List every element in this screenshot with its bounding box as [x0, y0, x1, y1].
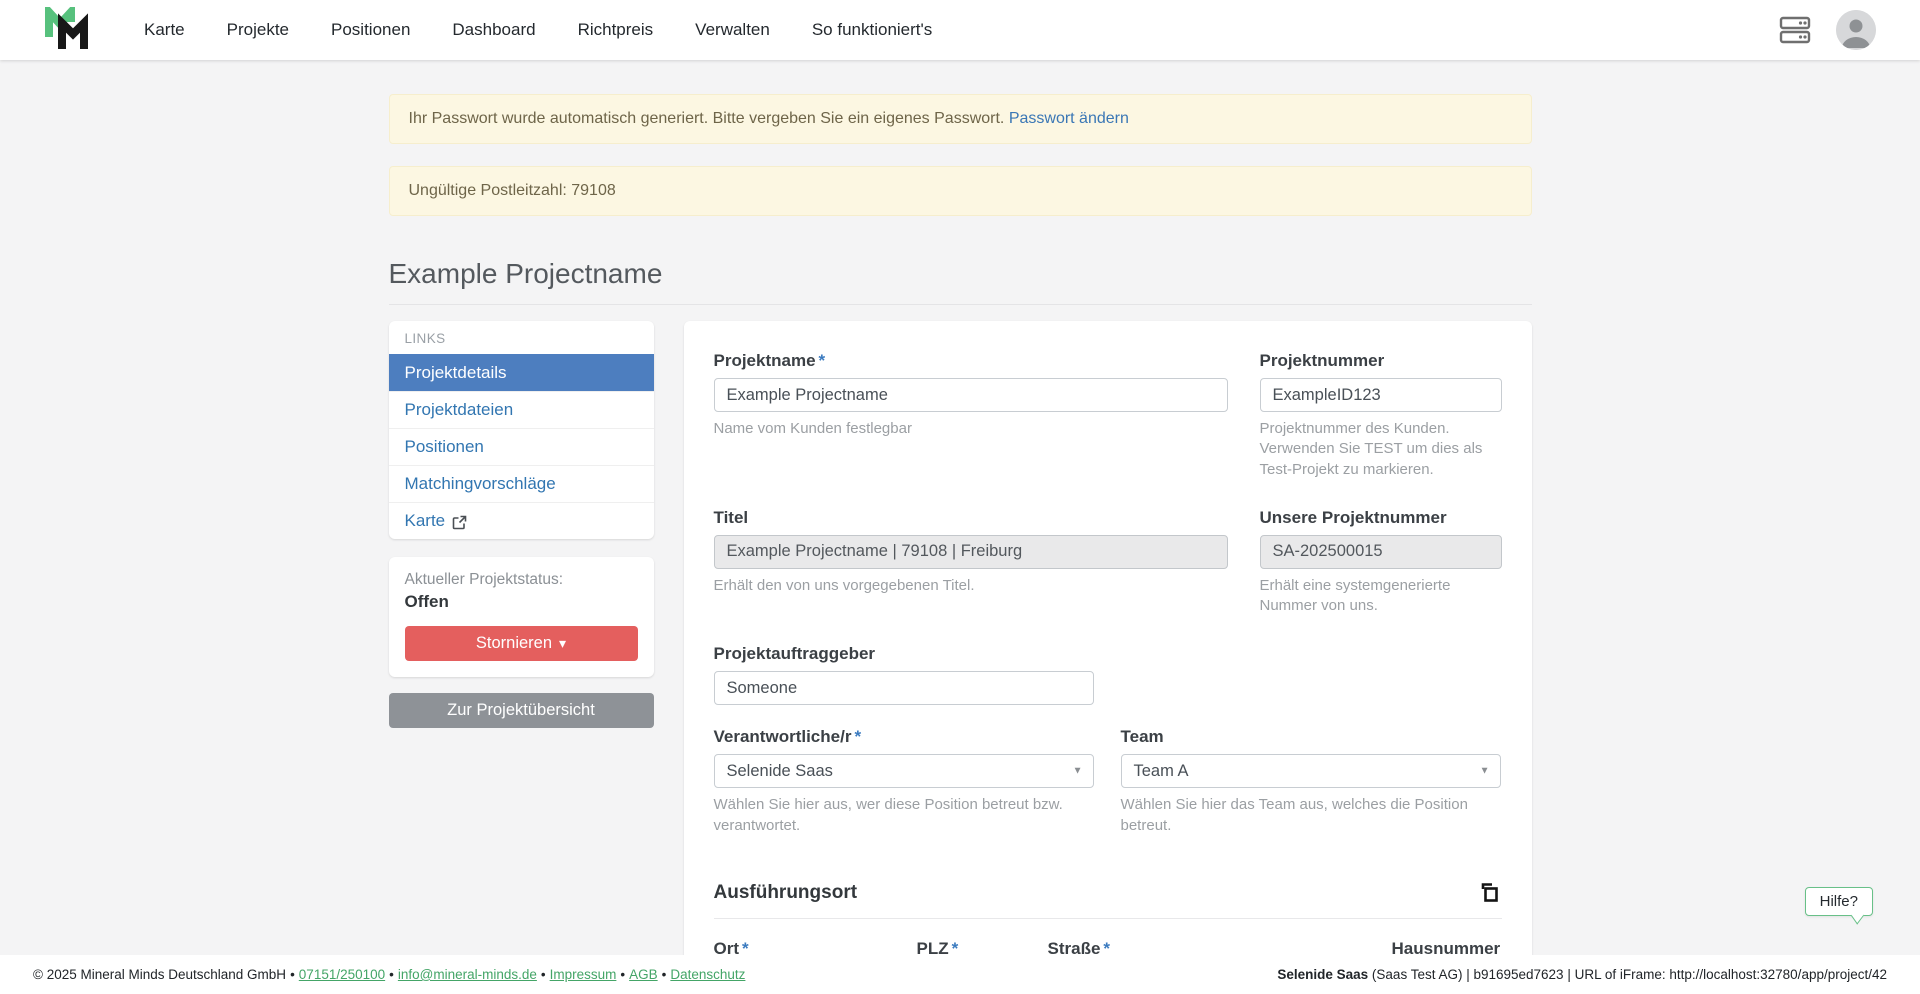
zur-projektuebersicht-button[interactable]: Zur Projektübersicht	[389, 693, 654, 728]
verantwortliche-select[interactable]: Selenide Saas	[714, 754, 1094, 788]
footer-session-info: Selenide Saas (Saas Test AG) | b91695ed7…	[1277, 967, 1887, 982]
projektname-input[interactable]	[714, 378, 1228, 412]
project-status-label: Aktueller Projektstatus:	[405, 571, 638, 589]
section-divider	[714, 918, 1502, 919]
footer-copyright: © 2025 Mineral Minds Deutschland GmbH	[33, 967, 286, 982]
mineral-minds-logo-icon[interactable]	[45, 7, 89, 53]
stornieren-button[interactable]: Stornieren	[405, 626, 638, 661]
caret-down-icon	[552, 634, 566, 652]
unsere-projektnummer-label: Unsere Projektnummer	[1260, 508, 1502, 528]
page-title: Example Projectname	[389, 258, 1532, 305]
required-marker: *	[854, 727, 861, 746]
main-nav: Karte Projekte Positionen Dashboard Rich…	[123, 20, 953, 40]
footer-left: © 2025 Mineral Minds Deutschland GmbH071…	[33, 967, 745, 982]
titel-input	[714, 535, 1228, 569]
external-link-icon	[452, 515, 467, 530]
unsere-projektnummer-help: Erhält eine systemgenerierte Nummer von …	[1260, 576, 1502, 617]
unsere-projektnummer-input	[1260, 535, 1502, 569]
hilfe-button[interactable]: Hilfe?	[1805, 887, 1873, 916]
verantwortliche-help: Wählen Sie hier aus, wer diese Position …	[714, 795, 1094, 836]
projektnummer-input[interactable]	[1260, 378, 1502, 412]
sidebar: LINKS Projektdetails Projektdateien Posi…	[389, 321, 654, 728]
sidebar-item-karte[interactable]: Karte	[389, 502, 654, 539]
project-status-card: Aktueller Projektstatus: Offen Storniere…	[389, 557, 654, 677]
stornieren-button-label: Stornieren	[476, 634, 552, 652]
server-icon[interactable]	[1778, 15, 1812, 45]
change-password-link[interactable]: Passwort ändern	[1009, 110, 1129, 127]
titel-label: Titel	[714, 508, 1228, 528]
projektnummer-help: Projektnummer des Kunden. Verwenden Sie …	[1260, 419, 1502, 480]
team-label: Team	[1121, 727, 1501, 747]
links-header: LINKS	[389, 321, 654, 354]
footer-phone-link[interactable]: 07151/250100	[286, 967, 385, 982]
required-marker: *	[819, 351, 826, 370]
user-avatar-icon[interactable]	[1836, 10, 1876, 50]
nav-item-karte[interactable]: Karte	[123, 20, 206, 40]
nav-item-so-funktionierts[interactable]: So funktioniert's	[791, 20, 953, 40]
select-caret-icon	[1073, 766, 1083, 777]
footer: © 2025 Mineral Minds Deutschland GmbH071…	[0, 955, 1920, 994]
ausfuehrungsort-heading: Ausführungsort	[714, 882, 858, 904]
team-help: Wählen Sie hier das Team aus, welches di…	[1121, 795, 1501, 836]
copy-icon[interactable]	[1476, 880, 1502, 906]
footer-datenschutz-link[interactable]: Datenschutz	[658, 967, 746, 982]
password-alert: Ihr Passwort wurde automatisch generiert…	[389, 94, 1532, 144]
links-card: LINKS Projektdetails Projektdateien Posi…	[389, 321, 654, 539]
sidebar-item-positionen[interactable]: Positionen	[389, 428, 654, 465]
nav-item-dashboard[interactable]: Dashboard	[431, 20, 556, 40]
nav-item-positionen[interactable]: Positionen	[310, 20, 431, 40]
titel-help: Erhält den von uns vorgegebenen Titel.	[714, 576, 1228, 596]
navbar-right	[1778, 10, 1876, 50]
footer-impressum-link[interactable]: Impressum	[537, 967, 617, 982]
projektname-label: Projektname*	[714, 351, 1228, 371]
top-navbar: Karte Projekte Positionen Dashboard Rich…	[0, 0, 1920, 60]
sidebar-item-karte-label: Karte	[405, 511, 446, 531]
team-select[interactable]: Team A	[1121, 754, 1501, 788]
nav-item-verwalten[interactable]: Verwalten	[674, 20, 791, 40]
projektauftraggeber-input[interactable]	[714, 671, 1094, 705]
project-details-form: Projektname* Name vom Kunden festlegbar …	[684, 321, 1532, 994]
nav-item-projekte[interactable]: Projekte	[206, 20, 310, 40]
select-caret-icon	[1480, 766, 1490, 777]
invalid-plz-alert-text: Ungültige Postleitzahl: 79108	[409, 182, 616, 199]
projektname-help: Name vom Kunden festlegbar	[714, 419, 1228, 439]
footer-agb-link[interactable]: AGB	[616, 967, 657, 982]
password-alert-text: Ihr Passwort wurde automatisch generiert…	[409, 110, 1005, 127]
verantwortliche-selected-value: Selenide Saas	[727, 762, 833, 781]
nav-item-richtpreis[interactable]: Richtpreis	[557, 20, 675, 40]
projektauftraggeber-label: Projektauftraggeber	[714, 644, 1094, 664]
footer-email-link[interactable]: info@mineral-minds.de	[385, 967, 537, 982]
project-status-value: Offen	[405, 592, 638, 612]
sidebar-item-projektdetails[interactable]: Projektdetails	[389, 354, 654, 391]
sidebar-item-projektdateien[interactable]: Projektdateien	[389, 391, 654, 428]
verantwortliche-label: Verantwortliche/r*	[714, 727, 1094, 747]
invalid-plz-alert: Ungültige Postleitzahl: 79108	[389, 166, 1532, 216]
projektnummer-label: Projektnummer	[1260, 351, 1502, 371]
app-viewport: Karte Projekte Positionen Dashboard Rich…	[0, 0, 1920, 994]
sidebar-item-matchingvorschlaege[interactable]: Matchingvorschläge	[389, 465, 654, 502]
team-selected-value: Team A	[1134, 762, 1189, 781]
